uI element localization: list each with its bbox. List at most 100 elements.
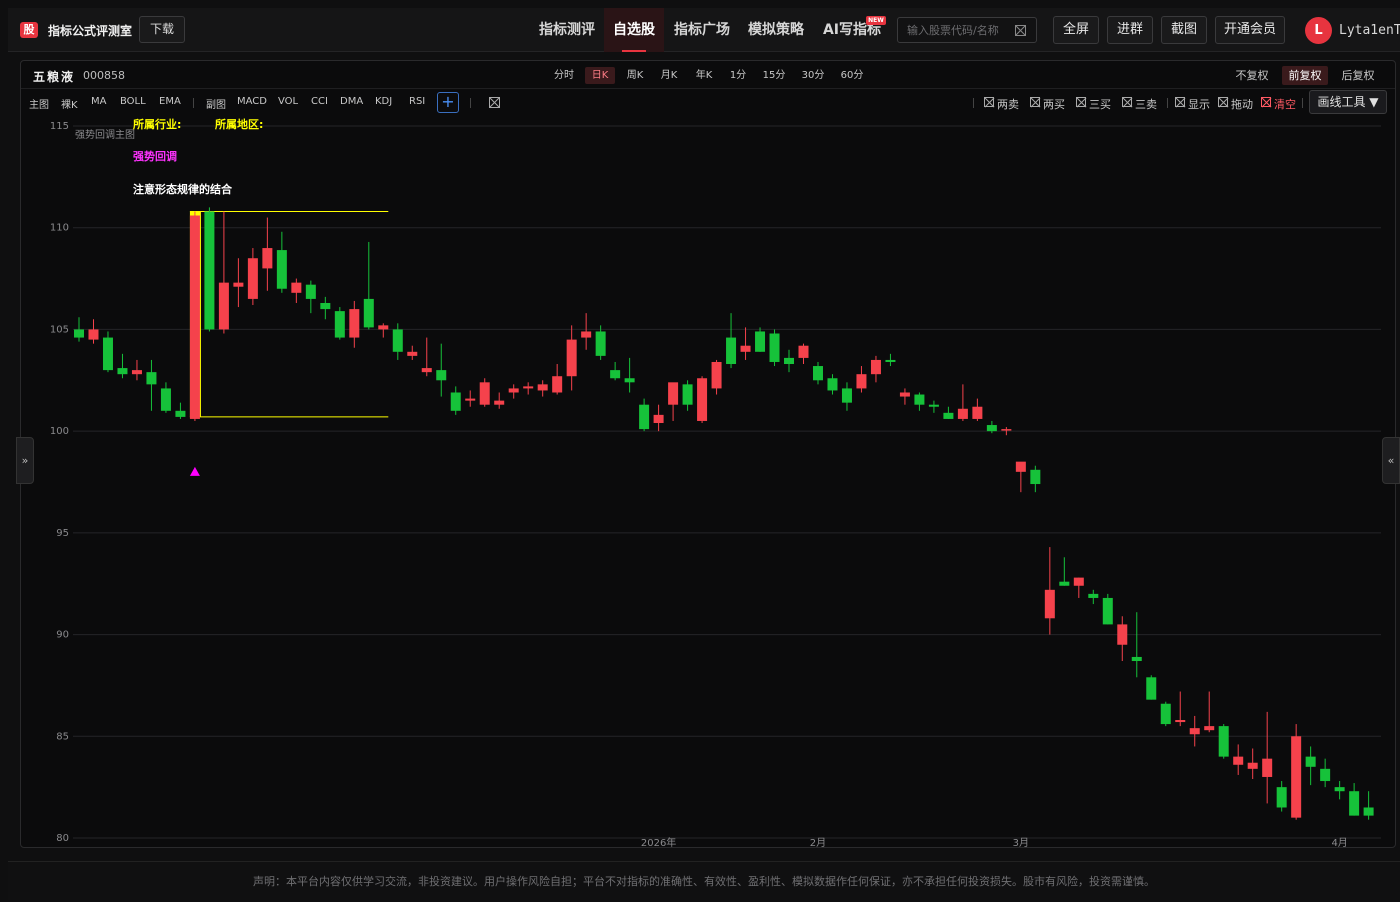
indicator-dma[interactable]: DMA	[340, 96, 363, 107]
indicator-kdj[interactable]: KDJ	[375, 96, 392, 107]
period-intraday[interactable]: 分时	[551, 67, 577, 84]
screenshot-button[interactable]: 截图	[1161, 16, 1207, 44]
app-name[interactable]: 指标公式评测室	[48, 22, 132, 39]
candle-body	[1189, 728, 1200, 735]
toggle-two-buy[interactable]: 两买	[1030, 96, 1065, 112]
app-logo-icon[interactable]: 股	[20, 22, 38, 38]
nav-sim-strategy[interactable]: 模拟策略	[742, 8, 810, 52]
candle-body	[117, 368, 128, 375]
avatar[interactable]: L	[1305, 17, 1332, 44]
period-15min[interactable]: 15分	[759, 67, 789, 84]
toggle-display[interactable]: 显示	[1175, 96, 1210, 112]
chart-canvas[interactable]: 80 85 90 95 100 105 110 115 2026年 2月 3月 4月 强势回调主图所属行…	[21, 115, 1395, 849]
indicator-vol[interactable]: VOL	[278, 96, 298, 107]
draw-tool-dropdown[interactable]: 画线工具 ▼	[1309, 90, 1387, 114]
note-label: 注意形态规律的结合	[133, 182, 233, 196]
candle-body	[755, 331, 766, 352]
candle-body	[1363, 807, 1374, 816]
add-indicator-button[interactable]: +	[437, 92, 459, 113]
period-daily[interactable]: 日K	[585, 67, 615, 84]
checkbox-icon	[984, 97, 994, 107]
indicator-cci[interactable]: CCI	[311, 96, 328, 107]
membership-button[interactable]: 开通会员	[1215, 16, 1285, 44]
period-monthly[interactable]: 月K	[656, 67, 682, 84]
candle-body	[494, 400, 505, 405]
stock-search-input[interactable]	[907, 22, 1017, 38]
y-tick-label: 80	[56, 833, 69, 844]
candle-body	[175, 410, 186, 417]
nav-ai-indicator[interactable]: AI写指标	[816, 8, 888, 52]
candle-body	[798, 345, 809, 358]
candle-body	[624, 378, 635, 383]
y-tick-label: 100	[50, 426, 69, 437]
candle-body	[1030, 469, 1041, 485]
nav-indicator-plaza[interactable]: 指标广场	[668, 8, 736, 52]
candle-body	[1131, 656, 1142, 662]
period-weekly[interactable]: 周K	[622, 67, 648, 84]
period-60min[interactable]: 60分	[837, 67, 867, 84]
candle-body	[1146, 677, 1157, 700]
expand-right-icon[interactable]: «	[1382, 437, 1400, 484]
pattern-label: 强势回调	[133, 149, 177, 163]
region-label: 所属地区:	[215, 117, 263, 131]
candle-body	[1218, 726, 1229, 757]
candle-body	[102, 337, 113, 371]
sub-chart-label: 副图	[206, 100, 226, 111]
y-tick-label: 95	[56, 528, 69, 539]
candle-body	[1117, 624, 1128, 645]
indicator-rsi[interactable]: RSI	[409, 96, 425, 107]
candlestick-chart[interactable]: 80 85 90 95 100 105 110 115 2026年 2月 3月 4月 强势回调主图 所属行…	[21, 115, 1395, 849]
toggle-two-sell[interactable]: 两卖	[984, 96, 1019, 112]
candle-body	[334, 311, 345, 338]
indicator-macd[interactable]: MACD	[237, 96, 267, 107]
indicator-name: 强势回调主图	[75, 128, 135, 141]
fullscreen-button[interactable]: 全屏	[1053, 16, 1099, 44]
candle-body	[1001, 429, 1012, 431]
candle-body	[349, 309, 360, 338]
nav-indicator-review[interactable]: 指标测评	[530, 8, 604, 52]
indicator-ema[interactable]: EMA	[159, 96, 181, 107]
disclaimer: 声明：本平台内容仅供学习交流，非投资建议。用户操作风险自担；平台不对指标的准确性…	[8, 861, 1400, 900]
candle-body	[218, 282, 229, 330]
toggle-drag[interactable]: 拖动	[1218, 96, 1253, 112]
download-button[interactable]: 下载	[139, 16, 185, 43]
candle-body	[1305, 756, 1316, 767]
indicator-bare-k[interactable]: 裸K	[61, 96, 78, 111]
join-group-button[interactable]: 进群	[1107, 16, 1153, 44]
nav-watchlist[interactable]: 自选股	[604, 8, 664, 52]
indicator-boll[interactable]: BOLL	[120, 96, 146, 107]
toggle-three-buy[interactable]: 三买	[1076, 96, 1111, 112]
checkbox-icon	[1122, 97, 1132, 107]
candle-body	[378, 325, 389, 330]
candle-body	[276, 250, 287, 289]
y-tick-label: 115	[50, 121, 69, 132]
candle-body	[1320, 768, 1331, 782]
period-30min[interactable]: 30分	[798, 67, 828, 84]
chart-panel: 五粮液 000858 分时 日K 周K 月K 年K 1分 15分 30分 60分…	[20, 60, 1396, 849]
stock-toolbar: 五粮液 000858 分时 日K 周K 月K 年K 1分 15分 30分 60分…	[21, 61, 1395, 89]
period-1min[interactable]: 1分	[725, 67, 751, 84]
adjust-forward[interactable]: 前复权	[1282, 66, 1328, 85]
clear-drawings-button[interactable]: 清空	[1261, 96, 1296, 112]
search-clear-icon[interactable]	[1015, 25, 1026, 36]
period-yearly[interactable]: 年K	[691, 67, 717, 84]
clear-icon	[1261, 97, 1271, 107]
indicator-ma[interactable]: MA	[91, 96, 106, 107]
username[interactable]: Lyta1enT	[1339, 23, 1400, 38]
close-indicator-icon[interactable]	[489, 97, 500, 108]
expand-left-icon[interactable]: »	[16, 437, 34, 484]
candle-body	[812, 366, 823, 381]
divider	[1302, 98, 1303, 108]
divider	[470, 98, 471, 108]
divider	[1167, 98, 1168, 108]
candle-body	[320, 302, 331, 310]
candle-body	[841, 388, 852, 403]
adjust-none[interactable]: 不复权	[1232, 66, 1272, 85]
candle-body	[697, 378, 708, 421]
new-badge: NEW	[866, 16, 886, 25]
candle-body	[1204, 726, 1215, 731]
toggle-three-sell[interactable]: 三卖	[1122, 96, 1157, 112]
adjust-backward[interactable]: 后复权	[1337, 66, 1379, 85]
candle-body	[465, 398, 476, 401]
y-tick-label: 85	[56, 731, 69, 742]
